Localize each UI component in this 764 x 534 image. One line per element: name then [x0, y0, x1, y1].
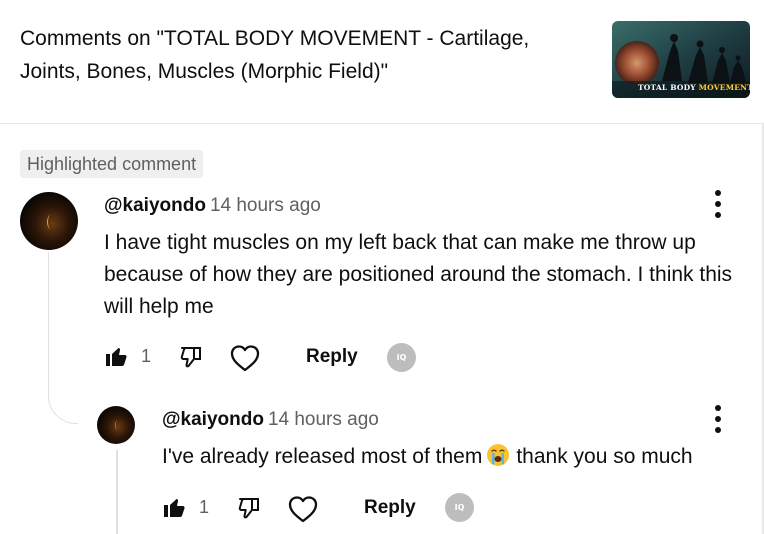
reply-like-button[interactable]: [162, 495, 186, 524]
reply-dislike-button[interactable]: [237, 496, 261, 525]
like-button[interactable]: [104, 344, 128, 373]
comments-header: Comments on "TOTAL BODY MOVEMENT - Carti…: [0, 0, 764, 124]
heart-button[interactable]: [229, 343, 261, 378]
dislike-button[interactable]: [179, 345, 203, 374]
thumbs-down-icon: [238, 498, 259, 519]
heart-icon: [288, 496, 318, 523]
reply-like-count: 1: [199, 497, 210, 517]
thumbs-up-icon: [164, 499, 185, 517]
reply-connector: [116, 450, 118, 534]
reply-button[interactable]: Reply: [306, 346, 358, 368]
like-count: 1: [141, 346, 152, 366]
comment-menu-button[interactable]: [706, 187, 730, 221]
video-thumbnail[interactable]: TOTAL BODY MOVEMENT: [612, 21, 750, 98]
thumbs-down-icon: [180, 347, 201, 368]
reply-text: I've already released most of them thank …: [162, 441, 762, 477]
highlighted-comment-badge: Highlighted comment: [20, 150, 204, 178]
reply-text-after: thank you so much: [516, 445, 693, 468]
comment-time[interactable]: 14 hours ago: [210, 195, 321, 216]
loudly-crying-face-icon: [486, 443, 510, 477]
thumbnail-caption: TOTAL BODY MOVEMENT: [638, 83, 750, 92]
reply-author[interactable]: @kaiyondo: [162, 409, 264, 430]
reply-iq-badge[interactable]: IQ: [445, 493, 474, 522]
reply-avatar[interactable]: [97, 406, 135, 444]
comment-meta: @kaiyondo 14 hours ago: [104, 195, 321, 217]
thread-connector: [48, 252, 78, 424]
reply-reply-button[interactable]: Reply: [364, 497, 416, 519]
page-title: Comments on "TOTAL BODY MOVEMENT - Carti…: [20, 27, 530, 83]
reply-heart-button[interactable]: [287, 494, 319, 529]
avatar[interactable]: [20, 192, 78, 250]
reply-time[interactable]: 14 hours ago: [268, 409, 379, 430]
reply-meta: @kaiyondo 14 hours ago: [162, 409, 379, 431]
reply-menu-button[interactable]: [706, 402, 730, 436]
comment-text: I have tight muscles on my left back tha…: [104, 231, 733, 318]
thumbs-up-icon: [106, 348, 127, 366]
iq-badge[interactable]: IQ: [387, 343, 416, 372]
heart-icon: [230, 345, 260, 372]
reply-text-before: I've already released most of them: [162, 445, 483, 468]
comment-author[interactable]: @kaiyondo: [104, 195, 206, 216]
